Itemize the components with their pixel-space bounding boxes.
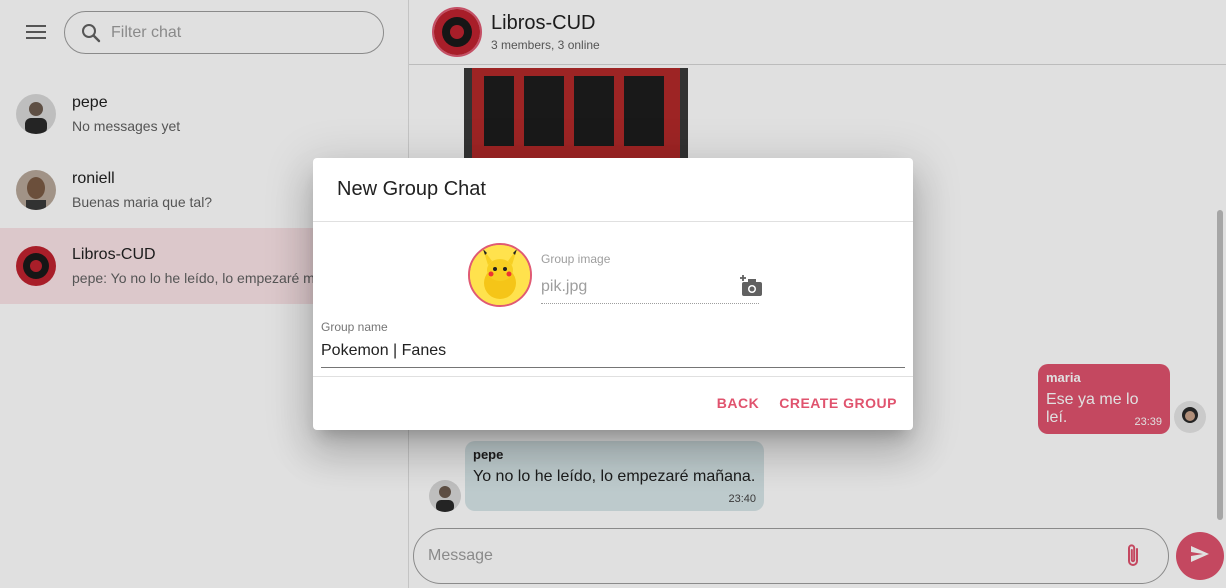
- new-group-dialog: New Group Chat Group image pik.jpg Group…: [313, 158, 913, 430]
- group-image-preview[interactable]: [468, 243, 532, 307]
- group-name-input[interactable]: [321, 334, 905, 368]
- group-image-label: Group image: [541, 252, 611, 266]
- dialog-actions: BACK CREATE GROUP: [313, 377, 913, 429]
- group-name-label: Group name: [321, 320, 388, 334]
- dialog-title: New Group Chat: [313, 158, 913, 222]
- camera-add-icon[interactable]: [739, 274, 765, 298]
- dialog-body: Group image pik.jpg Group name: [313, 222, 913, 377]
- create-group-button[interactable]: CREATE GROUP: [771, 387, 905, 419]
- back-button[interactable]: BACK: [709, 387, 767, 419]
- group-image-field[interactable]: Group image pik.jpg: [541, 252, 762, 304]
- group-image-filename: pik.jpg: [541, 276, 759, 304]
- group-name-field: Group name: [321, 320, 905, 368]
